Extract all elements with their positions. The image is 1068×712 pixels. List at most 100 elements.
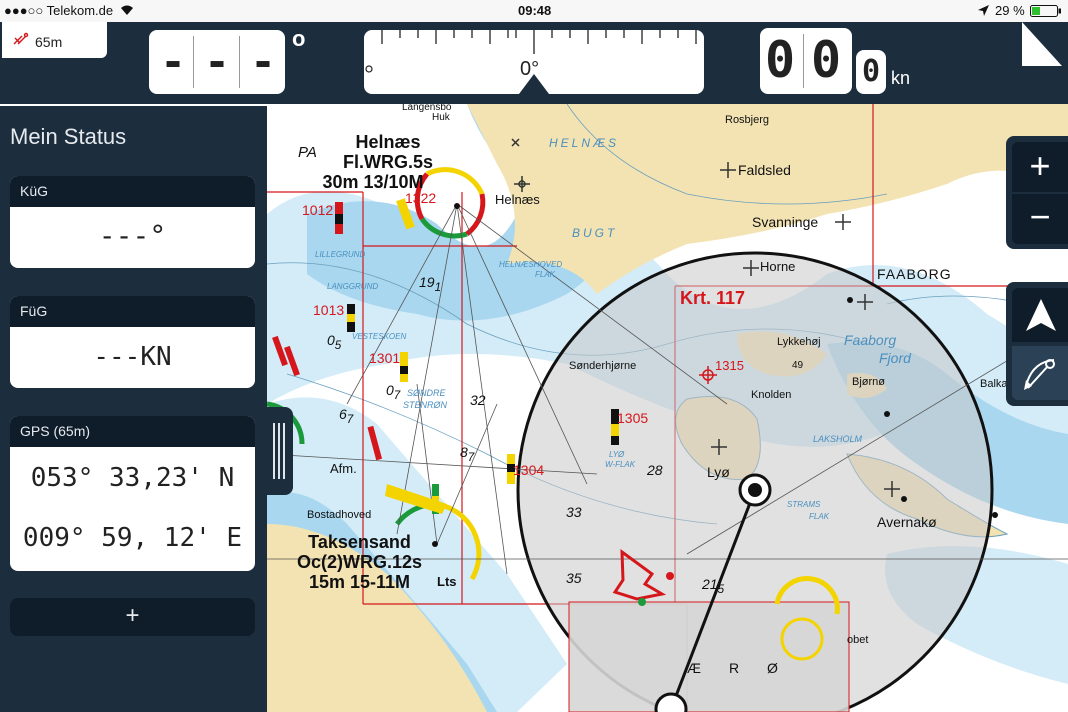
- buoy-1322: 1322: [405, 190, 437, 206]
- depth-32: 32: [470, 392, 486, 408]
- depth-0-5: 05: [327, 332, 342, 352]
- gps-label: GPS (65m): [10, 416, 255, 447]
- heading-digit-3: -: [250, 37, 276, 86]
- buoy-1013: 1013: [313, 302, 345, 318]
- status-sidebar: Mein Status KüG ---° FüG ---KN GPS (65m)…: [0, 104, 267, 712]
- faaborg-fjord-label-2: Fjord: [879, 350, 911, 366]
- sonderhjorne-label: Sønderhjørne: [569, 360, 637, 372]
- compass-value: 0°: [520, 58, 540, 80]
- speed-decimal-box: 0: [856, 50, 886, 94]
- gps-longitude: 009° 59, 12' E: [22, 523, 243, 553]
- aero-r: R: [729, 660, 740, 676]
- depth-8-7: 87: [460, 444, 475, 464]
- depth-21-5: 215: [702, 576, 725, 596]
- depth-35: 35: [566, 570, 582, 586]
- add-widget-button[interactable]: +: [10, 598, 255, 636]
- lyo-flak-label-2: W-FLAK: [605, 460, 636, 469]
- wifi-icon: [120, 4, 134, 19]
- accuracy-value: 65m: [35, 34, 63, 50]
- bugt-label: BUGT: [572, 226, 618, 240]
- lillegrund-label: LILLEGRUND: [315, 250, 366, 259]
- menu-sail-icon[interactable]: [1018, 22, 1066, 75]
- langgrund-label: LANGGRUND: [327, 282, 379, 291]
- depth-33: 33: [566, 504, 582, 520]
- sondre-label: SØNDRE: [407, 388, 446, 398]
- fueg-label: FüG: [10, 296, 255, 327]
- krt-117-label: Krt. 117: [680, 288, 746, 308]
- vestesk-label: VESTESKOEN: [352, 332, 407, 341]
- speed-display[interactable]: 0 0: [760, 28, 852, 94]
- kueg-label: KüG: [10, 176, 255, 207]
- speed-digit-1: 0: [764, 31, 796, 89]
- lakshol-label: LAKSHOLM: [813, 434, 863, 444]
- lykkehoj-label: Lykkehøj: [777, 336, 821, 348]
- nautical-chart[interactable]: Helnæs Fl.WRG.5s 30m 13/10M PA Langensbo…: [267, 104, 1068, 712]
- zoom-in-button[interactable]: +: [1012, 142, 1068, 192]
- faaborg-fjord-label-1: Faaborg: [844, 332, 897, 348]
- grip-icon: [272, 423, 286, 484]
- balka-label: Balka: [980, 378, 1008, 390]
- buoy-1305: 1305: [617, 410, 649, 426]
- depth-6-7: 67: [339, 406, 354, 426]
- navigation-arrow-icon: [1026, 299, 1056, 336]
- location-arrow-icon: [978, 4, 989, 19]
- speed-unit: kn: [891, 68, 911, 88]
- fueg-card[interactable]: FüG ---KN: [10, 296, 255, 388]
- ios-status-bar: ●●●○○ Telekom.de 09:48 29 %: [0, 0, 1068, 22]
- buoy-1304: 1304: [513, 462, 545, 478]
- helnaes-flak-label-1: HELNÆSHOVED: [499, 260, 563, 269]
- bearing-tool-button[interactable]: [1012, 346, 1068, 400]
- battery-percent: 29 %: [995, 3, 1025, 18]
- faaborg-label: FAABORG: [877, 266, 952, 282]
- stenron-label: STENRØN: [403, 400, 448, 410]
- satellite-icon: [12, 32, 30, 51]
- gps-accuracy-box[interactable]: 65m: [2, 22, 107, 58]
- helnaes-bugt-label: HELNÆS: [549, 136, 620, 150]
- huk-label: Huk: [432, 112, 450, 123]
- zoom-control: + −: [1006, 136, 1068, 249]
- aero-a: Æ: [687, 660, 701, 676]
- buoy-1012: 1012: [302, 202, 334, 218]
- compass-tape[interactable]: 0°: [364, 30, 704, 94]
- carrier-label: ●●●○○ Telekom.de: [4, 3, 114, 18]
- lyo-label: Lyø: [707, 464, 730, 480]
- strams-flak-label-1: STRAMS: [787, 500, 821, 509]
- horne-label: Horne: [760, 259, 796, 274]
- obet-label: obet: [847, 634, 869, 646]
- depth-49: 49: [792, 360, 804, 371]
- gps-latitude: 053° 33,23' N: [30, 463, 235, 493]
- lts-label: Lts: [437, 574, 457, 589]
- heading-degree-unit: o: [292, 26, 306, 51]
- rosbjerg-label: Rosbjerg: [725, 114, 770, 126]
- clock: 09:48: [518, 3, 552, 18]
- zoom-out-button[interactable]: −: [1012, 194, 1068, 244]
- heading-digit-1: -: [160, 37, 186, 86]
- battery-icon: [1030, 5, 1062, 20]
- afm-label: Afm.: [330, 461, 357, 476]
- helnaes-town-label: Helnæs: [495, 192, 540, 207]
- taksensand-light-label: Taksensand Oc(2)WRG.12s 15m 15-11M: [297, 532, 423, 592]
- aero-o: Ø: [767, 660, 778, 676]
- pa-label: PA: [298, 144, 317, 161]
- bjorno-label: Bjørnø: [852, 376, 885, 388]
- navigation-control: [1006, 282, 1068, 406]
- knolden-label: Knolden: [751, 389, 792, 401]
- fueg-value: ---KN: [93, 342, 172, 372]
- depth-28: 28: [647, 462, 663, 478]
- bearing-tool-icon: [1022, 354, 1060, 397]
- svanninge-label: Svanninge: [752, 214, 819, 230]
- kueg-card[interactable]: KüG ---°: [10, 176, 255, 268]
- sidebar-collapse-handle[interactable]: [267, 407, 293, 495]
- strams-flak-label-2: FLAK: [809, 512, 830, 521]
- speed-digit-2: 0: [810, 31, 842, 89]
- buoy-1301: 1301: [369, 350, 401, 366]
- kueg-value: ---°: [98, 219, 167, 252]
- bostadhoved-label: Bostadhoved: [307, 509, 372, 521]
- depth-0-7: 07: [386, 382, 401, 402]
- north-up-button[interactable]: [1012, 288, 1068, 342]
- sidebar-title: Mein Status: [10, 124, 127, 149]
- instrument-bar: 65m - - - o 0° 0 0 0 kn: [0, 22, 1068, 104]
- heading-display[interactable]: - - -: [149, 30, 285, 94]
- gps-card[interactable]: GPS (65m) 053° 33,23' N 009° 59, 12' E: [10, 416, 255, 571]
- lyo-flak-label-1: LYØ: [609, 450, 625, 459]
